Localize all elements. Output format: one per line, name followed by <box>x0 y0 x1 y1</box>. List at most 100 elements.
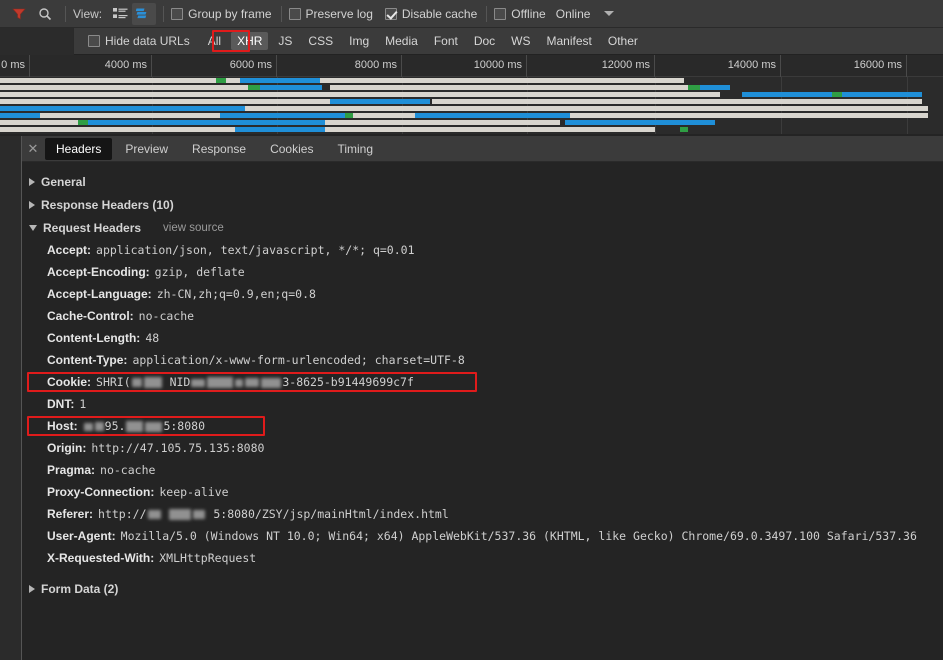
waterfall-bar <box>248 85 260 90</box>
preserve-log-checkbox[interactable]: Preserve log <box>288 6 373 21</box>
header-row-referer: Referer: http:// 5:8080/ZSY/jsp/mainHtml… <box>23 503 943 525</box>
header-name: Accept-Language: <box>47 287 152 301</box>
search-icon[interactable] <box>32 1 58 27</box>
header-row-cookie: Cookie: SHRI( NID 3-8625-b91449699c7f <box>23 371 943 393</box>
toolbar-divider-2 <box>163 5 165 22</box>
waterfall-bar <box>0 120 88 125</box>
waterfall-view-icon[interactable] <box>132 2 157 25</box>
toolbar-divider-4 <box>486 5 488 22</box>
waterfall-bar <box>608 106 928 111</box>
filter-type-xhr[interactable]: XHR <box>231 32 269 50</box>
waterfall-bar <box>345 113 353 118</box>
header-row-proxy-connection: Proxy-Connection: keep-alive <box>23 481 943 503</box>
header-name: Referer: <box>47 507 94 521</box>
header-value: XMLHttpRequest <box>159 551 257 565</box>
filter-type-css[interactable]: CSS <box>302 32 339 50</box>
filter-type-manifest[interactable]: Manifest <box>541 32 598 50</box>
filter-type-media[interactable]: Media <box>379 32 424 50</box>
header-value: 48 <box>145 331 160 345</box>
tab-timing[interactable]: Timing <box>326 138 384 160</box>
disable-cache-label: Disable cache <box>401 6 478 21</box>
section-request-headers[interactable]: Request Headers view source <box>23 216 943 239</box>
disable-cache-box <box>384 7 397 20</box>
waterfall-bar <box>330 85 688 90</box>
waterfall-bar <box>0 113 40 118</box>
header-row-content-type: Content-Type: application/x-www-form-url… <box>23 349 943 371</box>
waterfall-bar <box>565 120 655 125</box>
chevron-down-icon[interactable] <box>604 11 615 16</box>
network-filter-bar: Hide data URLs All XHR JS CSS Img Media … <box>0 27 943 55</box>
timeline-tick: 16000 ms <box>812 55 907 77</box>
waterfall-bar <box>235 127 325 132</box>
hide-data-urls-box <box>88 35 100 47</box>
throttling-select[interactable]: Online <box>556 7 591 21</box>
filter-type-doc[interactable]: Doc <box>468 32 501 50</box>
header-value: Mozilla/5.0 (Windows NT 10.0; Win64; x64… <box>120 529 917 543</box>
toolbar-divider <box>65 5 66 22</box>
section-general[interactable]: General <box>23 170 943 193</box>
tab-response[interactable]: Response <box>181 138 257 160</box>
chevron-right-icon <box>29 200 35 209</box>
timeline-tick: 4000 ms <box>60 55 152 77</box>
waterfall-bar <box>216 78 226 83</box>
timeline-tick: 10000 ms <box>435 55 527 77</box>
header-value: http://47.105.75.135:8080 <box>91 441 265 455</box>
header-name: User-Agent: <box>47 529 116 543</box>
waterfall-bar <box>832 92 842 97</box>
section-form-data[interactable]: Form Data (2) <box>23 577 943 600</box>
header-value: application/x-www-form-urlencoded; chars… <box>132 353 465 367</box>
offline-label: Offline <box>511 6 546 21</box>
header-name: Pragma: <box>47 463 96 477</box>
chevron-right-icon <box>29 177 35 186</box>
group-by-frame-checkbox[interactable]: Group by frame <box>171 7 272 21</box>
network-toolbar: View: Group by frame Preserve log Disabl… <box>0 0 943 28</box>
header-value: http:// 5:8080/ZSY/jsp/mainHtml/index.ht… <box>98 507 449 521</box>
view-label: View: <box>73 6 103 21</box>
filter-type-font[interactable]: Font <box>428 32 464 50</box>
header-name: Proxy-Connection: <box>47 485 155 499</box>
header-name: Content-Type: <box>47 353 128 367</box>
list-view-icon[interactable] <box>108 3 132 25</box>
request-list-column[interactable] <box>0 136 22 660</box>
tab-preview[interactable]: Preview <box>114 138 179 160</box>
waterfall-bar <box>240 78 320 83</box>
filter-type-ws[interactable]: WS <box>505 32 536 50</box>
request-detail-pane: ✕ Headers Preview Response Cookies Timin… <box>0 136 943 660</box>
filter-type-all[interactable]: All <box>202 32 227 50</box>
filter-input[interactable] <box>0 27 74 55</box>
filter-funnel-icon[interactable] <box>6 1 32 27</box>
disable-cache-checkbox[interactable]: Disable cache <box>384 6 478 21</box>
offline-checkbox[interactable]: Offline <box>494 6 546 21</box>
filter-type-other[interactable]: Other <box>602 32 644 50</box>
filter-type-img[interactable]: Img <box>343 32 375 50</box>
waterfall-bar <box>0 92 720 97</box>
view-source-link[interactable]: view source <box>163 222 224 234</box>
timeline-tick: 0 ms <box>0 55 30 77</box>
timeline-tick: 14000 ms <box>686 55 781 77</box>
header-row-x-requested-with: X-Requested-With: XMLHttpRequest <box>23 547 943 569</box>
filter-type-js[interactable]: JS <box>272 32 298 50</box>
section-form-data-label: Form Data (2) <box>41 581 119 596</box>
hide-data-urls-checkbox[interactable]: Hide data URLs <box>88 34 190 48</box>
header-value: no-cache <box>138 309 195 323</box>
waterfall-bar <box>680 127 688 132</box>
header-name: DNT: <box>47 397 75 411</box>
waterfall-bar <box>325 127 655 132</box>
close-icon[interactable]: ✕ <box>22 136 44 162</box>
headers-panel: General Response Headers (10) Request He… <box>23 163 943 660</box>
preserve-log-box <box>288 7 301 20</box>
header-row-dnt: DNT: 1 <box>23 393 943 415</box>
tab-cookies[interactable]: Cookies <box>259 138 324 160</box>
waterfall-bar <box>0 106 245 111</box>
waterfall-bar <box>570 113 928 118</box>
timeline-tick: 8000 ms <box>310 55 402 77</box>
tab-headers[interactable]: Headers <box>45 137 113 160</box>
section-response-headers[interactable]: Response Headers (10) <box>23 193 943 216</box>
waterfall-bar <box>688 85 700 90</box>
network-waterfall-overview[interactable] <box>0 77 943 134</box>
preserve-log-label: Preserve log <box>305 6 373 21</box>
header-name: X-Requested-With: <box>47 551 155 565</box>
waterfall-bar <box>680 78 684 83</box>
timeline-ruler: 0 ms 4000 ms 6000 ms 8000 ms 10000 ms 12… <box>0 55 943 77</box>
header-value: no-cache <box>100 463 156 477</box>
